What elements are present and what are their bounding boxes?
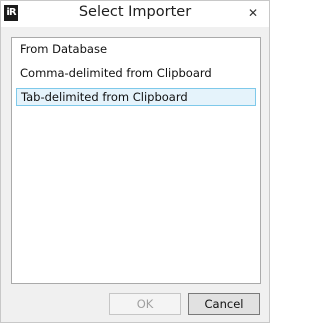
button-bar: OK Cancel xyxy=(1,286,269,322)
list-item-tab-delimited[interactable]: Tab-delimited from Clipboard xyxy=(16,88,256,106)
close-button[interactable]: ✕ xyxy=(241,4,265,22)
select-importer-dialog: iR Select Importer ✕ From Database Comma… xyxy=(0,0,270,323)
cancel-button[interactable]: Cancel xyxy=(188,293,260,315)
importer-list[interactable]: From Database Comma-delimited from Clipb… xyxy=(11,37,261,284)
dialog-title: Select Importer xyxy=(78,4,192,20)
list-item-from-database[interactable]: From Database xyxy=(16,41,256,59)
close-icon: ✕ xyxy=(247,6,259,20)
list-item-comma-delimited[interactable]: Comma-delimited from Clipboard xyxy=(16,65,256,83)
ok-button[interactable]: OK xyxy=(109,293,181,315)
title-bar: iR Select Importer ✕ xyxy=(1,1,269,27)
